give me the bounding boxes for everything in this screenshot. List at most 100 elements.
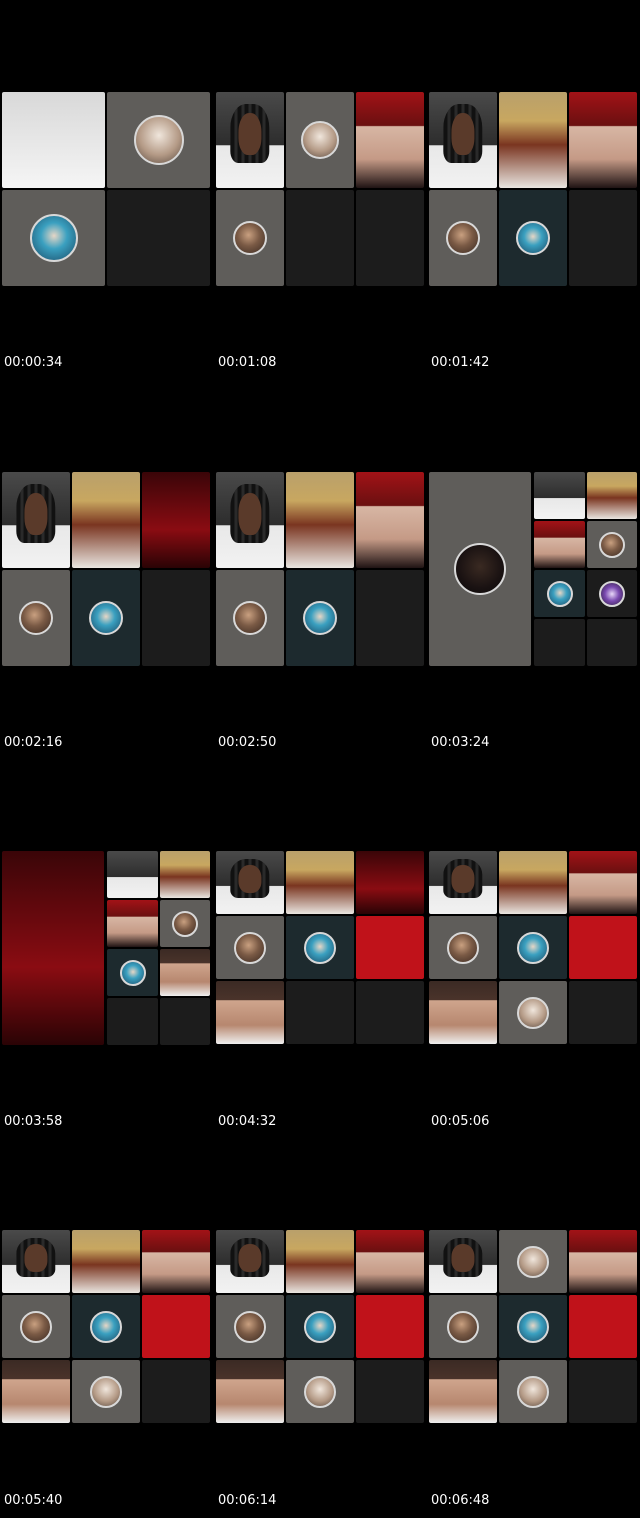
participant-tile	[286, 981, 354, 1044]
timestamp-label: 00:00:34	[4, 355, 63, 370]
participant-tile	[286, 1230, 354, 1293]
participant-tile	[569, 190, 637, 286]
timestamp-label: 00:05:06	[431, 1114, 490, 1129]
video-frame-thumbnail[interactable]	[216, 1230, 424, 1424]
video-frame-thumbnail[interactable]	[2, 851, 210, 1045]
participant-tile	[216, 92, 284, 188]
participant-tile	[2, 92, 105, 188]
participant-face	[238, 864, 262, 893]
participant-tile	[499, 92, 567, 188]
participant-tile	[2, 190, 105, 286]
participant-avatar	[546, 580, 573, 607]
participant-tile	[499, 1360, 567, 1423]
participant-tile	[160, 900, 210, 947]
participant-avatar	[29, 214, 78, 262]
participant-avatar	[90, 1310, 122, 1343]
video-frame-thumbnail[interactable]	[429, 472, 637, 666]
participant-tile	[569, 851, 637, 914]
participant-avatar	[20, 1310, 52, 1343]
participant-tile	[72, 472, 140, 568]
participant-tile	[356, 472, 424, 568]
participant-avatar	[517, 931, 549, 964]
participant-tile	[499, 851, 567, 914]
video-frame-thumbnail[interactable]	[2, 92, 210, 286]
participant-avatar	[233, 221, 267, 255]
participant-tile	[286, 851, 354, 914]
participant-tile	[216, 1295, 284, 1358]
participant-tile	[160, 949, 210, 996]
participant-avatar	[119, 959, 146, 986]
participant-tile	[107, 190, 210, 286]
participant-tile	[2, 570, 70, 666]
participant-avatar	[447, 931, 479, 964]
participant-avatar	[133, 115, 184, 165]
participant-avatar	[447, 1310, 479, 1343]
participant-tile	[569, 92, 637, 188]
timestamp-label: 00:02:50	[218, 735, 277, 750]
participant-tile	[107, 92, 210, 188]
participant-tile	[356, 1295, 424, 1358]
participant-avatar	[599, 580, 625, 607]
participant-tile	[569, 981, 637, 1044]
participant-avatar	[517, 996, 549, 1029]
participant-tile	[286, 92, 354, 188]
participant-face	[238, 493, 262, 536]
video-frame-thumbnail[interactable]	[429, 1230, 637, 1424]
participant-tile	[72, 570, 140, 666]
video-frame-thumbnail[interactable]	[2, 472, 210, 666]
video-frame-thumbnail[interactable]	[429, 851, 637, 1045]
participant-tile	[429, 472, 531, 666]
timestamp-label: 00:06:14	[218, 1493, 277, 1508]
timestamp-label: 00:03:58	[4, 1114, 63, 1129]
participant-tile	[107, 998, 158, 1045]
participant-tile	[142, 570, 210, 666]
participant-tile	[587, 521, 637, 568]
participant-tile	[107, 949, 158, 996]
participant-tile	[356, 851, 424, 914]
participant-tile	[534, 521, 585, 568]
participant-tile	[499, 981, 567, 1044]
participant-face	[451, 864, 475, 893]
participant-tile	[2, 1295, 70, 1358]
timestamp-label: 00:04:32	[218, 1114, 277, 1129]
participant-tile	[499, 1230, 567, 1293]
participant-avatar	[234, 1310, 266, 1343]
video-frame-thumbnail[interactable]	[429, 92, 637, 286]
participant-avatar	[446, 221, 480, 255]
participant-tile	[72, 1230, 140, 1293]
video-frame-thumbnail[interactable]	[216, 472, 424, 666]
participant-tile	[429, 190, 497, 286]
participant-tile	[286, 570, 354, 666]
participant-face	[238, 1243, 262, 1272]
video-frame-thumbnail[interactable]	[2, 1230, 210, 1424]
participant-face	[451, 1243, 475, 1272]
participant-tile	[429, 1360, 497, 1423]
participant-tile	[534, 472, 585, 519]
participant-tile	[429, 851, 497, 914]
video-frame-thumbnail[interactable]	[216, 92, 424, 286]
participant-tile	[107, 851, 158, 898]
participant-face	[24, 1243, 48, 1272]
participant-avatar	[89, 601, 123, 635]
participant-tile	[429, 981, 497, 1044]
participant-avatar	[304, 1310, 336, 1343]
participant-tile	[142, 1360, 210, 1423]
participant-tile	[534, 570, 585, 617]
participant-tile	[2, 472, 70, 568]
timestamp-label: 00:01:42	[431, 355, 490, 370]
participant-tile	[216, 1360, 284, 1423]
video-frame-thumbnail[interactable]	[216, 851, 424, 1045]
participant-face	[238, 113, 262, 156]
participant-tile	[429, 1230, 497, 1293]
participant-avatar	[304, 1375, 336, 1408]
participant-avatar	[599, 531, 625, 558]
participant-tile	[356, 570, 424, 666]
participant-avatar	[517, 1375, 549, 1408]
participant-avatar	[517, 1245, 549, 1278]
participant-tile	[286, 472, 354, 568]
participant-tile	[142, 1230, 210, 1293]
participant-tile	[286, 1295, 354, 1358]
participant-avatar	[454, 543, 506, 595]
participant-tile	[499, 190, 567, 286]
participant-tile	[160, 998, 210, 1045]
